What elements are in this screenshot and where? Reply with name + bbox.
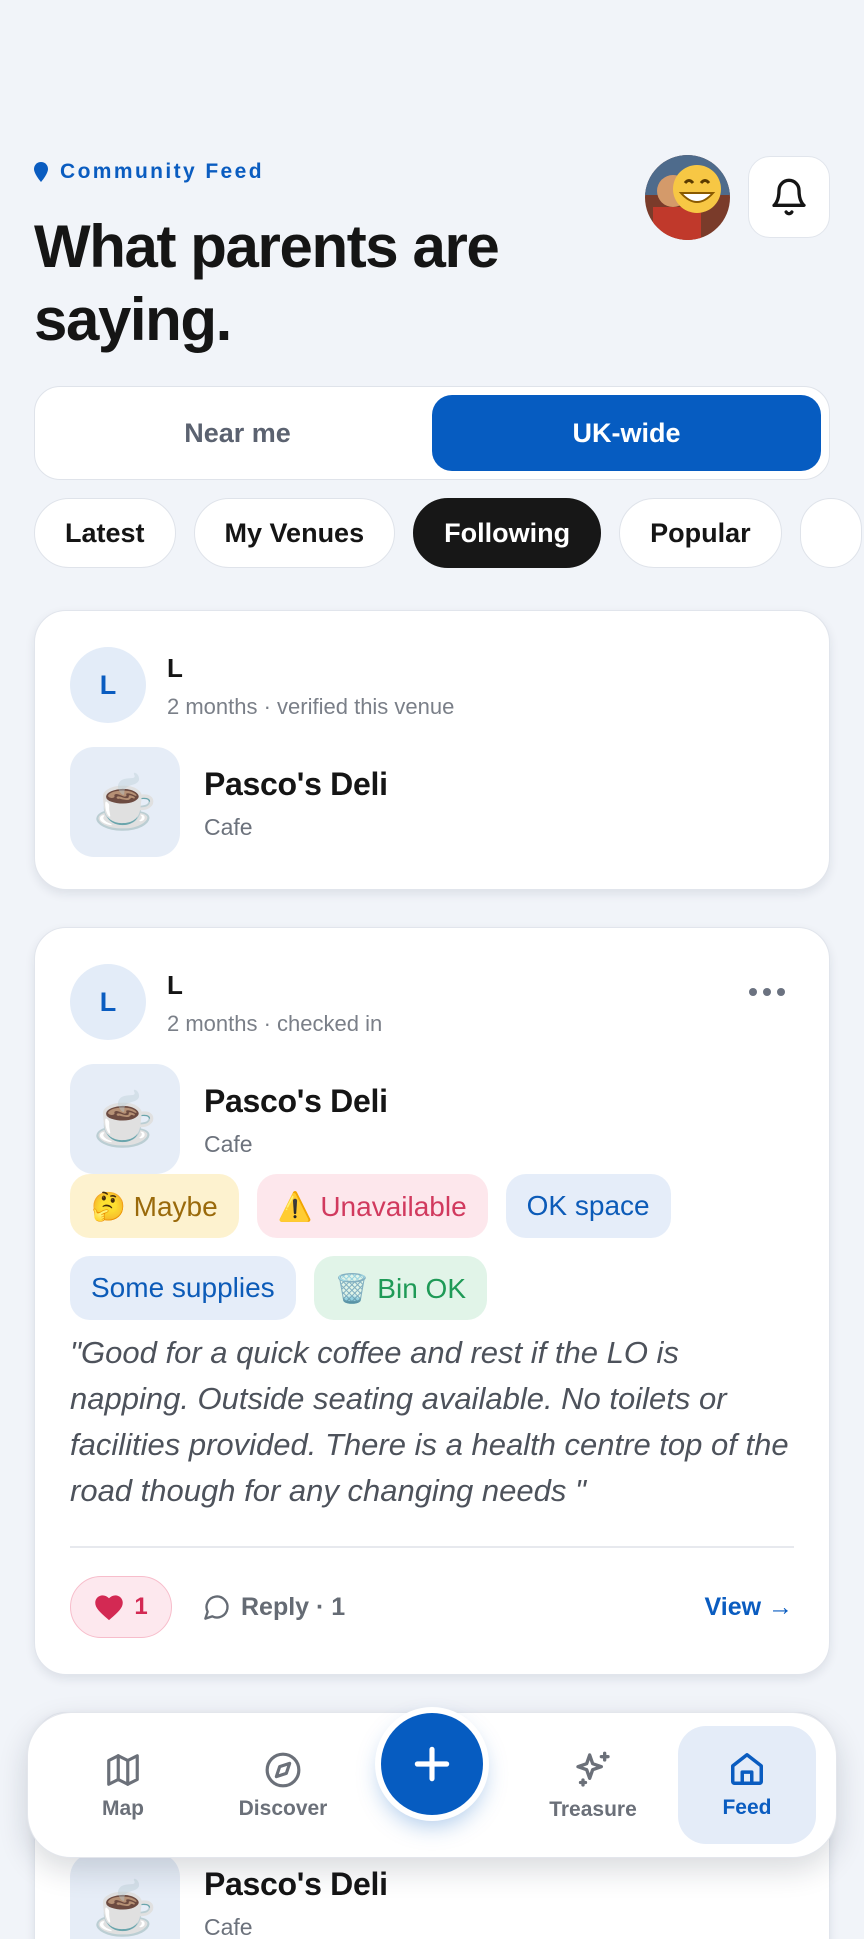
venue-type: Cafe xyxy=(204,814,253,840)
nav-feed-label: Feed xyxy=(722,1796,772,1819)
venue-type: Cafe xyxy=(204,1914,253,1939)
coffee-icon: ☕ xyxy=(70,747,180,857)
coffee-icon: ☕ xyxy=(70,1853,180,1939)
nav-feed[interactable]: Feed xyxy=(678,1726,816,1844)
nav-treasure[interactable]: Treasure xyxy=(528,1713,658,1859)
tag-unavailable: ⚠️ Unavailable xyxy=(256,1174,488,1238)
scope-toggle: Near me UK-wide xyxy=(34,386,830,480)
view-link[interactable]: View → xyxy=(705,1576,793,1638)
nav-discover-label: Discover xyxy=(238,1797,328,1820)
review-tags: 🤔 Maybe ⚠️ Unavailable OK space Some sup… xyxy=(70,1174,800,1320)
tag-maybe: 🤔 Maybe xyxy=(70,1174,239,1238)
user-name[interactable]: L xyxy=(167,970,183,1001)
profile-avatar[interactable] xyxy=(645,155,730,240)
compass-icon xyxy=(265,1752,301,1788)
like-button[interactable]: 1 xyxy=(70,1576,172,1638)
nav-treasure-label: Treasure xyxy=(549,1798,637,1821)
tag-bin-ok: 🗑️ Bin OK xyxy=(313,1256,488,1320)
filter-chips: Latest My Venues Following Popular xyxy=(34,498,864,570)
chip-my-venues[interactable]: My Venues xyxy=(193,498,396,568)
plus-icon xyxy=(414,1746,450,1782)
tag-ok-space: OK space xyxy=(505,1174,671,1238)
reply-label: Reply · 1 xyxy=(241,1592,346,1621)
venue-type: Cafe xyxy=(204,1131,253,1157)
nav-map-label: Map xyxy=(102,1797,144,1820)
feed-card[interactable]: L L 2 months · checked in ☕ Pasco's Deli… xyxy=(34,927,830,1675)
venue-name[interactable]: Pasco's Deli xyxy=(204,1866,388,1903)
segment-uk-wide[interactable]: UK-wide xyxy=(432,395,821,471)
chip-overflow[interactable] xyxy=(799,498,862,568)
segment-near-me[interactable]: Near me xyxy=(43,395,432,471)
notifications-button[interactable] xyxy=(748,156,830,238)
more-options-button[interactable] xyxy=(749,988,785,996)
user-avatar[interactable]: L xyxy=(70,964,146,1040)
chip-following[interactable]: Following xyxy=(413,498,602,568)
add-post-button[interactable] xyxy=(381,1713,483,1815)
chip-latest[interactable]: Latest xyxy=(34,498,176,568)
post-meta: 2 months · checked in xyxy=(167,1011,383,1036)
review-text: "Good for a quick coffee and rest if the… xyxy=(70,1335,789,1508)
section-eyebrow: Community Feed xyxy=(34,160,264,184)
post-meta: 2 months · verified this venue xyxy=(167,694,455,719)
bell-icon xyxy=(772,178,806,216)
reply-button[interactable]: Reply · 1 xyxy=(203,1576,345,1638)
home-icon xyxy=(731,1753,763,1785)
location-pin-icon xyxy=(34,162,48,182)
user-name[interactable]: L xyxy=(167,653,183,684)
venue-name[interactable]: Pasco's Deli xyxy=(204,1083,388,1120)
coffee-icon: ☕ xyxy=(70,1064,180,1174)
nav-map[interactable]: Map xyxy=(68,1713,178,1859)
map-icon xyxy=(107,1754,139,1786)
venue-name[interactable]: Pasco's Deli xyxy=(204,766,388,803)
eyebrow-label: Community Feed xyxy=(60,160,264,183)
like-count: 1 xyxy=(134,1593,148,1620)
chip-popular[interactable]: Popular xyxy=(619,498,782,568)
feed-card[interactable]: L L 2 months · verified this venue ☕ Pas… xyxy=(34,610,830,890)
tag-some-supplies: Some supplies xyxy=(70,1256,296,1320)
page-title: What parents are saying. xyxy=(34,213,500,353)
heart-icon xyxy=(95,1595,124,1621)
user-avatar[interactable]: L xyxy=(70,647,146,723)
divider xyxy=(70,1546,794,1548)
nav-discover[interactable]: Discover xyxy=(218,1713,348,1859)
sparkles-icon xyxy=(576,1751,610,1787)
speech-bubble-icon xyxy=(204,1595,229,1620)
